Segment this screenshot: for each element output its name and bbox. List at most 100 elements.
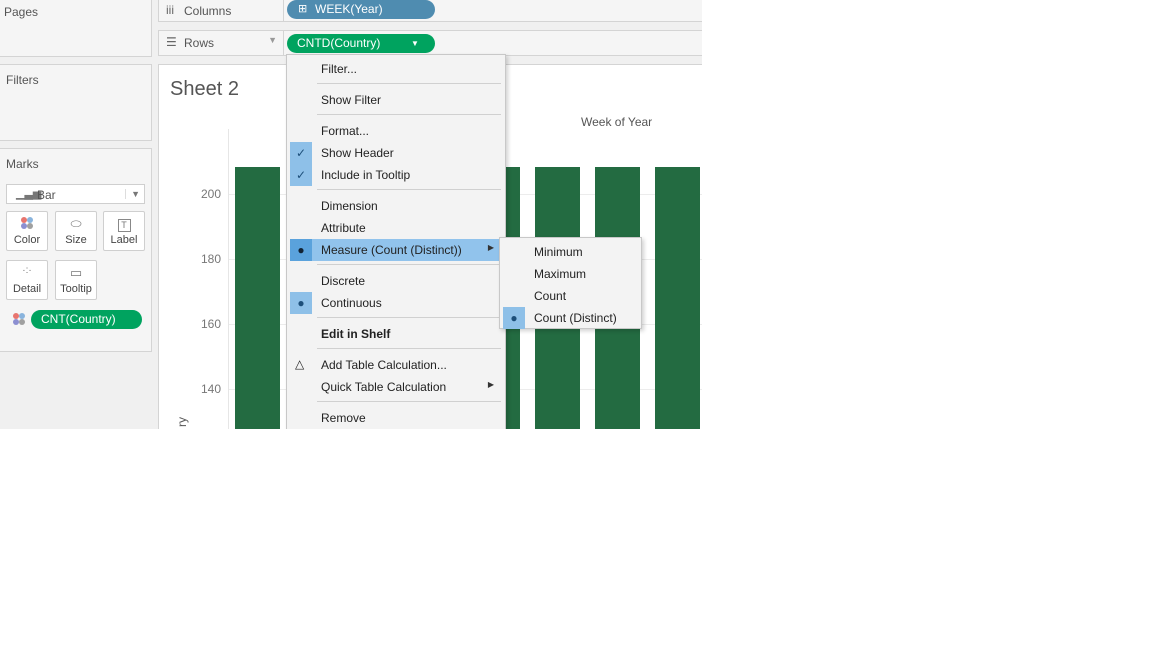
y-axis-line: [228, 129, 229, 429]
menu-item-dimension[interactable]: Dimension: [290, 195, 502, 217]
rows-pill-label: CNTD(Country): [297, 36, 381, 50]
pages-card: Pages: [0, 0, 152, 57]
label-icon: T: [104, 216, 144, 234]
columns-shelf-label: iii Columns: [159, 0, 284, 21]
sheet-title: Sheet 2: [170, 78, 239, 100]
menu-separator: [317, 83, 501, 84]
check-icon: ✓: [290, 164, 312, 186]
bullet-icon: ●: [503, 307, 525, 329]
y-tick-label: 160: [200, 317, 221, 331]
rows-label: Rows: [184, 36, 215, 50]
menu-item-quick-table-calculation[interactable]: Quick Table Calculation ▶: [290, 376, 502, 398]
tooltip-icon: ▭: [69, 265, 83, 280]
menu-item-include-in-tooltip[interactable]: ✓ Include in Tooltip: [290, 164, 502, 186]
menu-item-label: Filter...: [321, 62, 358, 76]
menu-item-filter[interactable]: Filter...: [290, 58, 502, 80]
bullet-icon: ●: [290, 239, 312, 261]
menu-item-label: Add Table Calculation...: [321, 358, 447, 372]
columns-week-pill[interactable]: ⊞ WEEK(Year): [287, 0, 435, 19]
menu-item-label: Edit in Shelf: [321, 327, 391, 341]
menu-separator: [317, 348, 501, 349]
y-tick-label: 200: [200, 187, 221, 201]
menu-item-show-header[interactable]: ✓ Show Header: [290, 142, 502, 164]
menu-item-label: Remove: [321, 411, 366, 425]
column-header: Week of Year: [581, 115, 653, 129]
pill-context-menu: Filter... Show Filter Format... ✓ Show He…: [286, 54, 506, 429]
label-button[interactable]: T Label: [103, 211, 145, 251]
rows-shelf-label: ☰ Rows ▼: [159, 31, 284, 55]
menu-item-edit-in-shelf[interactable]: Edit in Shelf: [290, 323, 502, 345]
menu-item-label: Dimension: [321, 199, 378, 213]
submenu-item-label: Maximum: [534, 267, 587, 281]
tooltip-label: Tooltip: [60, 283, 92, 295]
filters-title: Filters: [6, 73, 39, 87]
columns-icon: iii: [166, 3, 174, 17]
plus-icon: ⊞: [298, 3, 308, 15]
menu-item-remove[interactable]: Remove: [290, 407, 502, 429]
submenu-item-maximum[interactable]: Maximum: [503, 263, 638, 285]
y-tick-label: 180: [200, 252, 221, 266]
chevron-down-icon[interactable]: ▼: [411, 34, 419, 53]
bullet-icon: ●: [290, 292, 312, 314]
color-dots-icon: [12, 312, 26, 331]
submenu-item-count-distinct[interactable]: ● Count (Distinct): [503, 307, 638, 329]
color-field-pill[interactable]: CNT(Country): [31, 310, 142, 329]
columns-pill-label: WEEK(Year): [315, 2, 383, 16]
size-label: Size: [65, 234, 87, 246]
submenu-item-label: Minimum: [534, 245, 583, 259]
submenu-item-label: Count: [534, 289, 567, 303]
menu-item-measure[interactable]: ● Measure (Count (Distinct)) ▶: [290, 239, 502, 261]
size-icon: ⬭: [70, 216, 82, 231]
menu-item-label: Continuous: [321, 296, 382, 310]
columns-label: Columns: [184, 4, 232, 18]
marks-card: Marks ▁▃▅ Bar ▼ Color ⬭ Size T Label ·:·…: [0, 148, 152, 352]
menu-item-label: Show Filter: [321, 93, 382, 107]
mark-type-value: Bar: [37, 188, 56, 202]
menu-separator: [317, 317, 501, 318]
submenu-item-label: Count (Distinct): [534, 311, 617, 325]
submenu-item-count[interactable]: Count: [503, 285, 638, 307]
menu-item-label: Format...: [321, 124, 370, 138]
menu-item-format[interactable]: Format...: [290, 120, 502, 142]
bar[interactable]: [235, 167, 280, 429]
rows-cntd-pill[interactable]: CNTD(Country) ▼: [287, 34, 435, 53]
menu-item-label: Attribute: [321, 221, 366, 235]
menu-separator: [317, 189, 501, 190]
menu-item-label: Quick Table Calculation: [321, 380, 447, 394]
menu-item-attribute[interactable]: Attribute: [290, 217, 502, 239]
rows-dropdown-icon[interactable]: ▼: [268, 35, 277, 45]
bar[interactable]: [655, 167, 700, 429]
submenu-arrow-icon: ▶: [487, 380, 494, 389]
chevron-down-icon: ▼: [125, 189, 140, 199]
columns-shelf[interactable]: iii Columns ⊞ WEEK(Year): [158, 0, 702, 22]
marks-title: Marks: [6, 157, 39, 171]
mark-type-dropdown[interactable]: ▁▃▅ Bar ▼: [6, 184, 145, 204]
rows-icon: ☰: [166, 35, 177, 49]
detail-label: Detail: [12, 283, 42, 295]
pages-title: Pages: [4, 5, 39, 19]
y-tick-label: 140: [200, 382, 221, 396]
rows-shelf[interactable]: ☰ Rows ▼ CNTD(Country) ▼: [158, 30, 702, 56]
measure-submenu: Minimum Maximum Count ● Count (Distinct): [499, 237, 642, 329]
color-dots-icon: [7, 216, 47, 234]
menu-item-label: Discrete: [321, 274, 366, 288]
y-axis-label: ry: [175, 417, 189, 427]
menu-separator: [317, 264, 501, 265]
label-label: Label: [110, 234, 138, 246]
menu-item-continuous[interactable]: ● Continuous: [290, 292, 502, 314]
check-icon: ✓: [290, 142, 312, 164]
menu-item-show-filter[interactable]: Show Filter: [290, 89, 502, 111]
menu-item-add-table-calculation[interactable]: △ Add Table Calculation...: [290, 354, 502, 376]
filters-card[interactable]: Filters: [0, 64, 152, 141]
color-button[interactable]: Color: [6, 211, 48, 251]
submenu-item-minimum[interactable]: Minimum: [503, 241, 638, 263]
size-button[interactable]: ⬭ Size: [55, 211, 97, 251]
tableau-workspace: Pages Filters Marks ▁▃▅ Bar ▼ Color ⬭ Si…: [0, 0, 702, 429]
delta-icon: △: [295, 357, 305, 371]
tooltip-button[interactable]: ▭ Tooltip: [55, 260, 97, 300]
menu-item-discrete[interactable]: Discrete: [290, 270, 502, 292]
menu-item-label: Show Header: [321, 146, 394, 160]
menu-separator: [317, 401, 501, 402]
color-label: Color: [13, 234, 41, 246]
detail-button[interactable]: ·:· Detail: [6, 260, 48, 300]
